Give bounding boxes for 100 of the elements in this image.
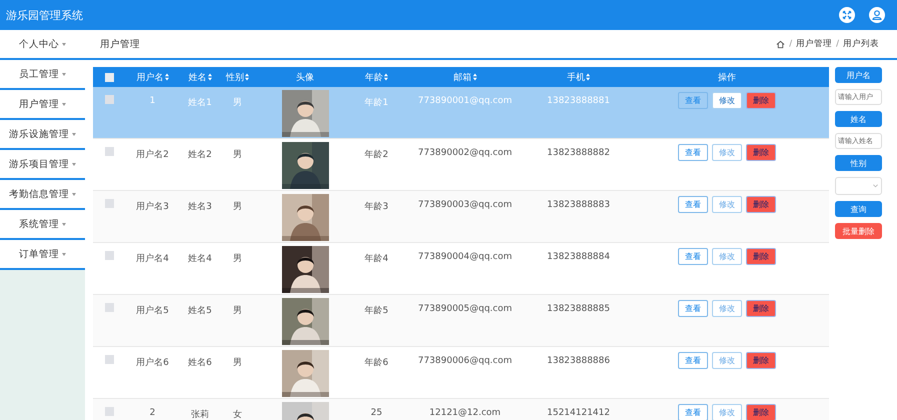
table-cell-text: 年龄5	[364, 304, 390, 318]
checkbox[interactable]	[104, 72, 114, 82]
breadcrumb-item[interactable]: 用户列表	[843, 38, 879, 50]
table-cell-text: 年龄4	[364, 252, 390, 266]
sort-icon[interactable]	[472, 73, 476, 81]
delete-button[interactable]: 删除	[746, 352, 776, 369]
caret-icon	[72, 132, 76, 136]
table-cell-text: 男	[232, 252, 243, 266]
search-button[interactable]: 查询	[835, 201, 882, 217]
view-button[interactable]: 查看	[678, 92, 708, 109]
column-header[interactable]: 手机	[532, 67, 625, 87]
table-cell-text: 773890004@qq.com	[416, 251, 514, 264]
sidebar-item[interactable]: 考勤信息管理	[0, 180, 85, 210]
column-header[interactable]: 操作	[625, 67, 829, 87]
table-cell-text: 姓名5	[187, 304, 213, 318]
batch-delete-button[interactable]: 批量删除	[835, 223, 882, 239]
breadcrumb-item[interactable]: 用户管理	[796, 38, 832, 50]
edit-button[interactable]: 修改	[712, 300, 742, 317]
view-button[interactable]: 查看	[678, 144, 708, 161]
table-cell-text: 年龄3	[364, 200, 390, 214]
table-cell-text: 15214121412	[546, 407, 611, 420]
app-title: 游乐园管理系统	[6, 8, 83, 22]
caret-icon	[62, 42, 66, 46]
table-cell-text: 773890003@qq.com	[416, 199, 514, 212]
table-cell-text: 2	[148, 407, 156, 420]
delete-button[interactable]: 删除	[746, 144, 776, 161]
sort-icon[interactable]	[164, 73, 168, 81]
caret-icon	[72, 162, 76, 166]
delete-button[interactable]: 删除	[746, 92, 776, 109]
table-cell-text: 年龄1	[364, 96, 390, 110]
checkbox[interactable]	[104, 251, 114, 260]
sort-icon[interactable]	[586, 73, 590, 81]
view-button[interactable]: 查看	[678, 404, 708, 420]
filter-label: 用户名	[835, 67, 882, 83]
table-cell-text: 773890006@qq.com	[416, 355, 514, 368]
sidebar-item[interactable]: 游乐设施管理	[0, 120, 85, 150]
sidebar-item[interactable]: 系统管理	[0, 210, 85, 240]
view-button[interactable]: 查看	[678, 352, 708, 369]
breadcrumb-separator: /	[835, 39, 840, 49]
checkbox[interactable]	[104, 407, 114, 416]
checkbox[interactable]	[104, 95, 114, 104]
edit-button[interactable]: 修改	[712, 92, 742, 109]
table-cell-text: 年龄2	[364, 148, 390, 162]
table-cell-text: 姓名4	[187, 252, 213, 266]
table-row[interactable]: 用户名2 姓名2 男 年龄2 773890002@qq.com 13823888882 查看 修改 删除	[93, 139, 829, 191]
delete-button[interactable]: 删除	[746, 404, 776, 420]
sidebar-item[interactable]: 员工管理	[0, 60, 85, 90]
sidebar-item[interactable]: 个人中心	[0, 30, 85, 60]
column-header[interactable]: 性别	[220, 67, 255, 87]
sidebar-item[interactable]: 订单管理	[0, 240, 85, 270]
table-cell-text: 张莉	[190, 408, 210, 420]
table-cell-text: 姓名6	[187, 356, 213, 370]
table-row[interactable]: 用户名6 姓名6 男 年龄6 773890006@qq.com 13823888886 查看 修改 删除	[93, 347, 829, 399]
edit-button[interactable]: 修改	[712, 248, 742, 265]
select-field[interactable]	[835, 177, 882, 195]
delete-button[interactable]: 删除	[746, 300, 776, 317]
table-cell-text: 用户名4	[135, 252, 170, 266]
sort-icon[interactable]	[245, 73, 249, 81]
table-cell-text: 女	[232, 408, 243, 420]
view-button[interactable]: 查看	[678, 300, 708, 317]
table-row[interactable]: 用户名5 姓名5 男 年龄5 773890005@qq.com 13823888885 查看 修改 删除	[93, 295, 829, 347]
edit-button[interactable]: 修改	[712, 196, 742, 213]
table-cell-text: 用户名6	[135, 356, 170, 370]
table-cell-text: 773890002@qq.com	[416, 147, 514, 160]
breadcrumb-separator: /	[788, 39, 794, 49]
column-header[interactable]: 用户名	[125, 67, 180, 87]
sort-icon[interactable]	[384, 73, 388, 81]
column-header[interactable]: 头像	[255, 67, 355, 87]
column-header[interactable]: 姓名	[180, 67, 220, 87]
edit-button[interactable]: 修改	[712, 352, 742, 369]
sidebar-item[interactable]: 用户管理	[0, 90, 85, 120]
table-cell-text: 用户名5	[135, 304, 170, 318]
column-header[interactable]: 邮箱	[398, 67, 532, 87]
sidebar-item[interactable]: 游乐项目管理	[0, 150, 85, 180]
table-cell-text: 13823888885	[546, 303, 611, 316]
user-icon[interactable]	[869, 7, 885, 23]
filter-label: 性别	[835, 155, 882, 171]
view-button[interactable]: 查看	[678, 196, 708, 213]
fullscreen-icon[interactable]	[839, 7, 855, 23]
edit-button[interactable]: 修改	[712, 144, 742, 161]
home-icon[interactable]	[776, 40, 786, 48]
table-row[interactable]: 用户名3 姓名3 男 年龄3 773890003@qq.com 13823888883 查看 修改 删除	[93, 191, 829, 243]
table-row[interactable]: 用户名4 姓名4 男 年龄4 773890004@qq.com 13823888884 查看 修改 删除	[93, 243, 829, 295]
checkbox[interactable]	[104, 147, 114, 156]
table-row[interactable]: 2 张莉 女 25 12121@12.com 15214121412 查看 修改 删除	[93, 399, 829, 420]
caret-icon	[62, 72, 66, 76]
checkbox[interactable]	[104, 199, 114, 208]
edit-button[interactable]: 修改	[712, 404, 742, 420]
page-title: 用户管理	[100, 38, 140, 50]
table-cell-text: 773890001@qq.com	[416, 95, 514, 108]
table-row[interactable]: 1 姓名1 男 年龄1 773890001@qq.com 13823888881 查看 修改 删除	[93, 87, 829, 139]
table-cell-text: 男	[232, 96, 243, 110]
column-header[interactable]: 年龄	[355, 67, 398, 87]
table-cell-text: 13823888883	[546, 199, 611, 212]
delete-button[interactable]: 删除	[746, 248, 776, 265]
view-button[interactable]: 查看	[678, 248, 708, 265]
delete-button[interactable]: 删除	[746, 196, 776, 213]
checkbox[interactable]	[104, 355, 114, 364]
sort-icon[interactable]	[208, 73, 212, 81]
checkbox[interactable]	[104, 303, 114, 312]
